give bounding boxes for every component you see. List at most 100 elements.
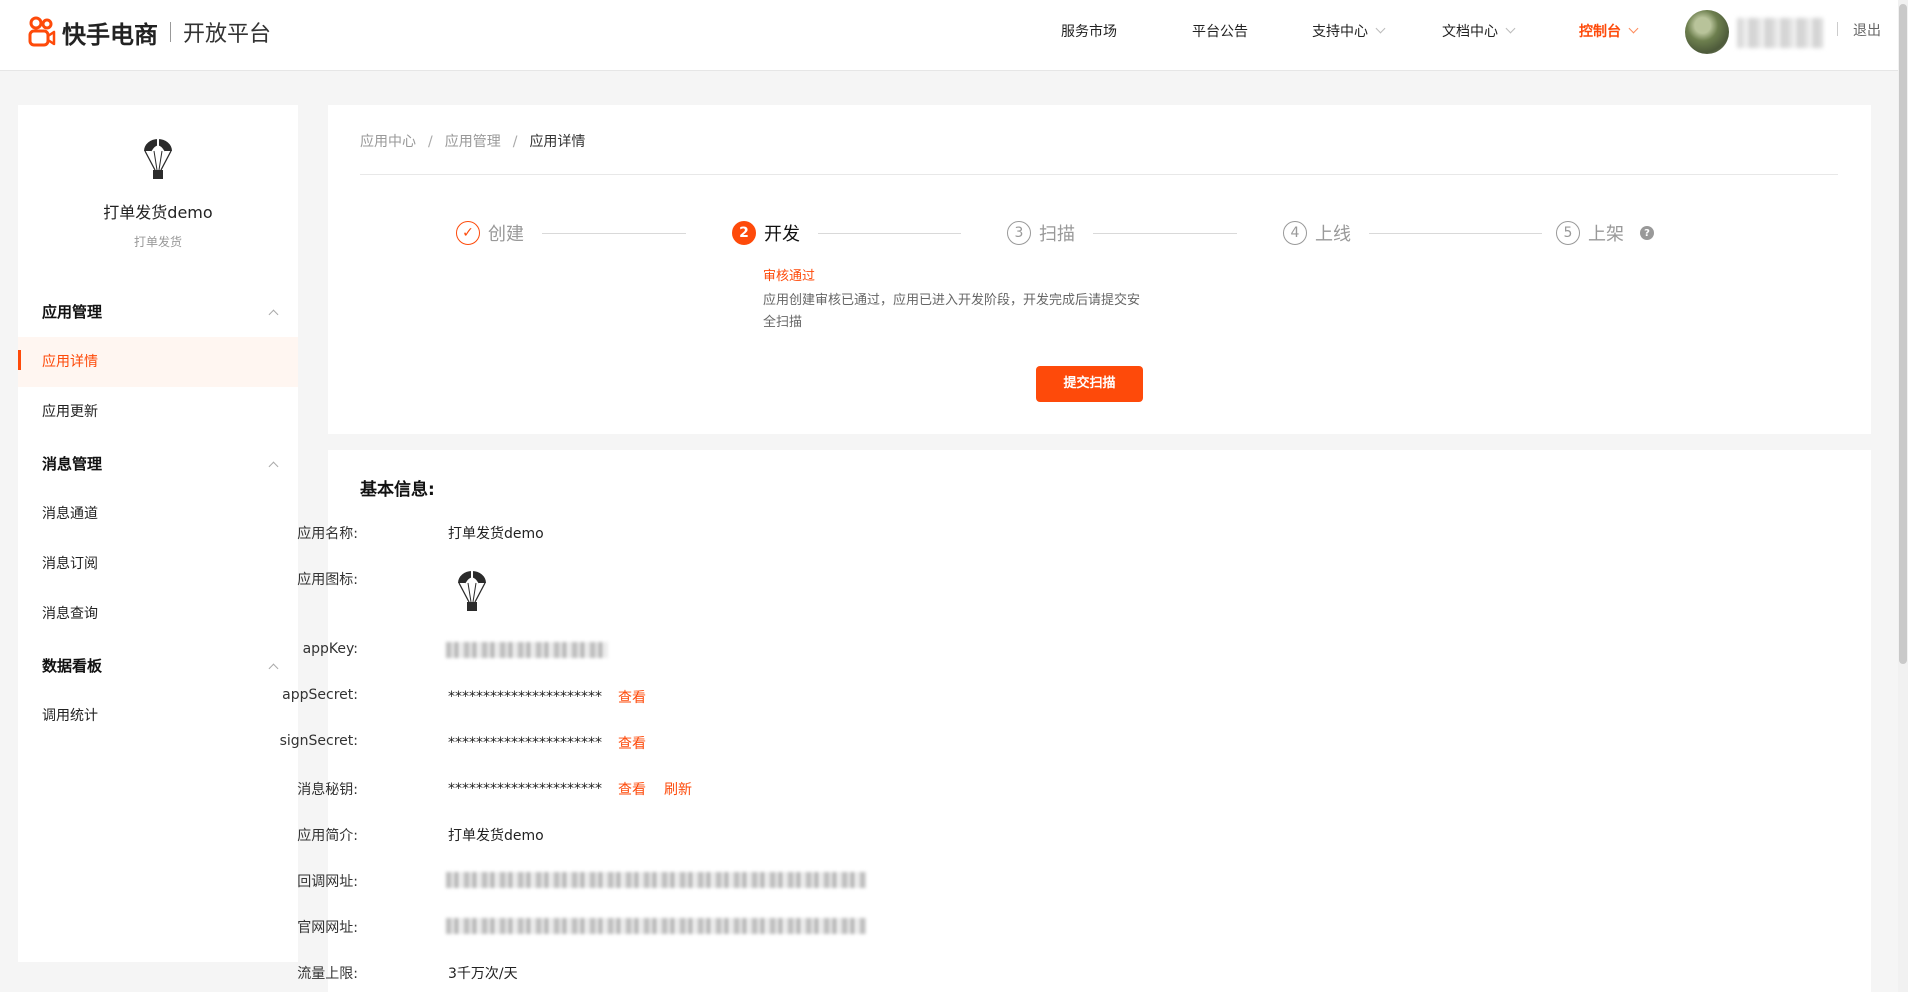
help-icon[interactable]: ? [1640,226,1654,240]
field-label-callback-url: 回调网址: [297,874,358,890]
sidebar-item-app-update[interactable]: 应用更新 [18,387,298,437]
field-value-appsecret: ********************** 查看 [448,687,646,707]
sidebar-item-label: 消息查询 [42,606,98,622]
breadcrumb-separator: / [428,134,433,150]
view-signsecret-link[interactable]: 查看 [618,733,646,753]
check-icon: ✓ [456,221,480,245]
app-progress-card: 应用中心 / 应用管理 / 应用详情 ✓ 创建 2 开发 3 扫描 4 上线 5 上架 … [328,105,1871,434]
sidebar-item-message-channel[interactable]: 消息通道 [18,489,298,539]
menu-group-label: 消息管理 [42,455,103,473]
sidebar: 打单发货demo 打单发货 应用管理 应用详情 应用更新 消息管理 消息通道 消… [18,105,298,962]
step-connector [542,233,686,234]
field-value-app-intro: 打单发货demo [448,825,544,845]
brand-subtitle: 开放平台 [183,22,272,47]
step-number: 4 [1283,221,1307,245]
step-online: 4 上线 [1283,221,1351,245]
field-label-traffic-limit: 流量上限: [297,966,358,982]
field-label-app-name: 应用名称: [297,526,358,542]
user-name-redacted [1737,18,1823,48]
menu-group-data-dashboard[interactable]: 数据看板 [42,655,102,676]
nav-label: 控制台 [1579,23,1621,40]
step-connector [818,233,961,234]
menu-group-app-management[interactable]: 应用管理 [42,301,102,322]
nav-label: 平台公告 [1192,23,1248,40]
view-message-key-link[interactable]: 查看 [618,779,646,799]
field-label-signsecret: signSecret: [279,733,358,749]
field-value-signsecret: ********************** 查看 [448,733,646,753]
step-label: 上线 [1315,224,1351,245]
traffic-limit-value: 3千万次/天 [448,966,518,982]
parachute-app-icon [144,139,172,179]
step-connector [1369,233,1542,234]
brand-name: 快手电商 [62,20,158,49]
sidebar-item-app-detail[interactable]: 应用详情 [18,337,298,387]
nav-docs-center[interactable]: 文档中心 [1442,0,1516,61]
sidebar-item-message-query[interactable]: 消息查询 [18,589,298,639]
chevron-down-icon [1375,23,1386,34]
page-scrollbar[interactable] [1898,0,1908,992]
breadcrumb-item-current: 应用详情 [529,134,586,150]
app-name: 打单发货demo [103,203,213,222]
field-value-message-key: ********************** 查看 刷新 [448,779,692,799]
step-number: 5 [1556,221,1580,245]
breadcrumb-separator: / [512,134,518,150]
masked-secret: ********************** [448,689,602,705]
step-label: 上架 [1588,224,1624,245]
sidebar-item-call-stats[interactable]: 调用统计 [18,691,298,741]
submit-scan-button[interactable]: 提交扫描 [1036,366,1143,402]
menu-group-message-management[interactable]: 消息管理 [42,453,102,474]
nav-service-market[interactable]: 服务市场 [1061,0,1117,61]
redacted-value [446,872,866,888]
breadcrumb: 应用中心 / 应用管理 / 应用详情 [360,131,585,151]
app-intro-value: 打单发货demo [448,828,544,844]
field-value-callback-url-redacted [446,872,866,888]
step-connector [1093,233,1237,234]
status-title: 审核通过 [763,269,816,284]
field-value-appkey-redacted [446,642,608,658]
logout-link[interactable]: 退出 [1853,20,1881,40]
view-appsecret-link[interactable]: 查看 [618,687,646,707]
step-create: ✓ 创建 [456,221,524,245]
refresh-message-key-link[interactable]: 刷新 [664,779,692,799]
breadcrumb-item-app-center[interactable]: 应用中心 [360,134,416,150]
status-description: 应用创建审核已通过，应用已进入开发阶段，开发完成后请提交安全扫描 [763,293,1141,330]
parachute-app-icon [458,571,486,611]
sidebar-item-label: 消息通道 [42,506,98,522]
step-listed: 5 上架 ? [1556,221,1654,245]
redacted-value [446,918,866,934]
menu-group-label: 应用管理 [42,303,103,321]
nav-label: 支持中心 [1312,23,1368,40]
brand-divider [170,22,171,42]
sidebar-item-message-subscribe[interactable]: 消息订阅 [18,539,298,589]
nav-label: 文档中心 [1442,23,1498,40]
scrollbar-thumb[interactable] [1899,4,1907,664]
menu-group-label: 数据看板 [42,657,103,675]
user-avatar[interactable] [1685,10,1729,54]
nav-console[interactable]: 控制台 [1579,0,1639,61]
sidebar-item-label: 应用更新 [42,404,98,420]
field-label-app-icon: 应用图标: [297,572,358,588]
step-number: 2 [732,221,756,245]
field-value-app-name: 打单发货demo [448,523,544,543]
chevron-up-icon[interactable] [268,461,279,472]
field-value-traffic-limit: 3千万次/天 [448,963,518,983]
breadcrumb-item-app-management[interactable]: 应用管理 [445,134,501,150]
step-label: 开发 [764,224,800,245]
chevron-up-icon[interactable] [268,309,279,320]
sidebar-item-label: 调用统计 [42,708,98,724]
step-label: 扫描 [1039,224,1075,245]
nav-support-center[interactable]: 支持中心 [1312,0,1386,61]
brand-logo[interactable]: 快手电商 开放平台 [26,15,271,49]
chevron-down-icon [1628,23,1639,34]
step-develop: 2 开发 [732,221,800,245]
nav-platform-announcements[interactable]: 平台公告 [1192,0,1248,61]
field-label-appsecret: appSecret: [282,687,358,703]
masked-secret: ********************** [448,781,602,797]
app-category: 打单发货 [133,235,182,249]
step-number: 3 [1007,221,1031,245]
sidebar-item-label: 消息订阅 [42,556,98,572]
field-label-app-intro: 应用简介: [297,828,358,844]
chevron-down-icon [1505,23,1516,34]
sidebar-item-label: 应用详情 [42,354,98,370]
chevron-up-icon[interactable] [268,663,279,674]
